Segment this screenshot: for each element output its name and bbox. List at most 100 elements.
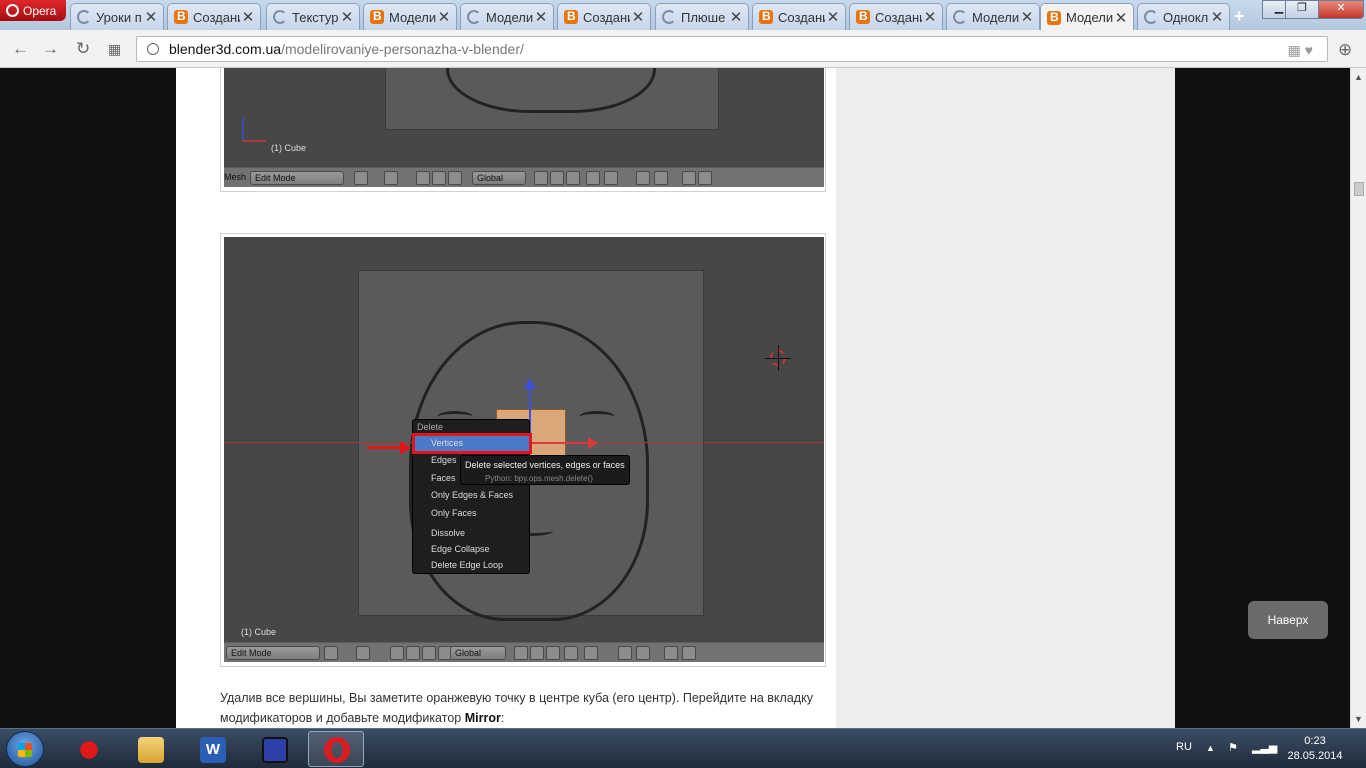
taskbar: W RU ▲ ⚑ ▂▃▅ 0:23 28.05.2014 (0, 728, 1366, 768)
close-tab-icon[interactable]: ✕ (825, 8, 841, 26)
object-label: (1) Cube (241, 627, 277, 637)
forward-icon[interactable]: → (42, 39, 59, 59)
close-tab-icon[interactable]: ✕ (533, 8, 549, 26)
scroll-down-icon[interactable]: ▼ (1354, 714, 1363, 724)
tooltip-python: Python: bpy.ops.mesh.delete() (485, 474, 593, 483)
close-tab-icon[interactable]: ✕ (143, 8, 159, 26)
action-center-flag-icon[interactable]: ⚑ (1228, 741, 1238, 754)
scroll-up-icon[interactable]: ▲ (1354, 72, 1363, 82)
blender-icon (1047, 10, 1061, 25)
back-icon[interactable]: ← (12, 39, 29, 59)
menu-item: Vertices (431, 438, 464, 448)
language-indicator[interactable]: RU (1176, 741, 1192, 753)
blender-header-top: Mesh Edit Mode Global (224, 167, 824, 187)
tray-expand-icon[interactable]: ▲ (1206, 743, 1215, 753)
network-signal-icon[interactable]: ▂▃▅ (1252, 741, 1277, 754)
browser-tab[interactable]: Модели✕ (363, 3, 457, 30)
close-tab-icon[interactable]: ✕ (1113, 9, 1129, 27)
browser-tab[interactable]: Создани✕ (849, 3, 943, 30)
browser-tab[interactable]: Создани✕ (557, 3, 651, 30)
close-tab-icon[interactable]: ✕ (728, 8, 744, 26)
delete-menu-title: Delete (417, 422, 444, 432)
start-button[interactable] (6, 731, 44, 767)
site-info-icon[interactable] (147, 43, 159, 55)
reload-icon[interactable]: ↻ (76, 39, 90, 59)
close-tab-icon[interactable]: ✕ (630, 8, 646, 26)
browser-tab[interactable]: Создани✕ (752, 3, 846, 30)
opera-menu-button[interactable]: Opera (0, 0, 66, 21)
browser-tab[interactable]: Модели✕ (946, 3, 1040, 30)
maximize-button[interactable]: ❐ (1285, 0, 1319, 19)
tab-title: Создани (875, 9, 922, 25)
folder-icon (138, 737, 164, 763)
url-host: blender3d.com.ua (169, 41, 282, 57)
address-bar[interactable]: blender3d.com.ua /modelirovaniye-persona… (136, 36, 1328, 62)
mode-select: Edit Mode (250, 171, 344, 185)
orientation-select: Global (472, 171, 526, 185)
blender-icon (856, 9, 870, 24)
opera-icon (324, 737, 350, 763)
speed-dial-icon[interactable]: ▦ (108, 41, 121, 58)
blender-icon (370, 9, 384, 24)
vertical-scrollbar[interactable]: ▲ ▼ (1350, 68, 1366, 728)
taskbar-app-explorer[interactable] (122, 731, 178, 767)
sidebar (836, 68, 1175, 728)
menu-item: Edges (431, 455, 457, 465)
opera-menu-label: Opera (23, 3, 57, 18)
browser-tab[interactable]: Однокл ✕ (1137, 3, 1230, 30)
close-tab-icon[interactable]: ✕ (339, 8, 355, 26)
clock[interactable]: 0:23 28.05.2014 (1283, 734, 1347, 764)
taskbar-app-save[interactable] (246, 731, 302, 767)
tab-title: Текстур (292, 9, 339, 25)
browser-tab[interactable]: Уроки п ✕ (70, 3, 164, 30)
loading-icon (77, 10, 91, 24)
reference-sketch (385, 68, 719, 130)
tab-title: Плюше (681, 9, 726, 25)
loading-icon (953, 10, 967, 24)
tab-title: Однокл (1163, 9, 1209, 25)
taskbar-app-word[interactable]: W (184, 731, 240, 767)
scroll-to-top-button[interactable]: Наверх (1248, 601, 1328, 639)
blender-header-main: Edit Mode Global (224, 642, 824, 662)
new-tab-button[interactable]: + (1234, 6, 1245, 27)
menu-item: Only Edges & Faces (431, 490, 514, 500)
object-label: (1) Cube (271, 143, 307, 153)
downloads-icon[interactable]: ⊕ (1338, 40, 1352, 60)
loading-icon (662, 10, 676, 24)
red-splash-icon (76, 737, 102, 763)
close-tab-icon[interactable]: ✕ (436, 8, 452, 26)
menu-item: Faces (431, 473, 456, 483)
taskbar-app-paint[interactable] (60, 731, 116, 767)
delete-menu: Delete Vertices Edges Faces Only Edges & Fa… (412, 419, 532, 574)
browser-tab[interactable]: Текстур ✕ (266, 3, 360, 30)
close-window-button[interactable]: ✕ (1318, 0, 1364, 19)
close-tab-icon[interactable]: ✕ (1019, 8, 1035, 26)
taskbar-app-opera[interactable] (308, 731, 364, 767)
tab-title: Модели (1066, 10, 1113, 25)
browser-tab[interactable]: Плюше ✕ (655, 3, 749, 30)
close-tab-icon[interactable]: ✕ (240, 8, 256, 26)
tab-title: Модели (972, 9, 1019, 25)
clock-time: 0:23 (1304, 735, 1326, 747)
bookmark-heart-icon[interactable]: ▦ ♥ (1288, 42, 1313, 59)
scrollbar-thumb[interactable] (1354, 182, 1364, 196)
close-tab-icon[interactable]: ✕ (1209, 8, 1225, 26)
loading-icon (467, 10, 481, 24)
blender-viewport-top: (1) Cube (224, 68, 824, 170)
tab-title: Создани (583, 9, 630, 25)
browser-tab[interactable]: Создани✕ (167, 3, 261, 30)
navigation-bar: ← → ↻ ▦ blender3d.com.ua /modelirovaniye… (0, 30, 1366, 68)
web-page: (1) Cube Mesh Edit Mode Global (1) Cube … (0, 68, 1350, 728)
orientation-select: Global (450, 646, 506, 660)
tooltip: Delete selected vertices, edges or faces… (460, 455, 630, 485)
browser-tab[interactable]: Модели✕ (460, 3, 554, 30)
tab-bar: Opera Уроки п✕Создани✕Текстур✕Модели✕Мод… (0, 0, 1366, 31)
mode-select: Edit Mode (226, 646, 320, 660)
tab-title: Модели (486, 9, 533, 25)
tab-title: Модели (389, 9, 436, 25)
close-tab-icon[interactable]: ✕ (922, 8, 938, 26)
opera-logo-icon (6, 4, 19, 17)
browser-tab[interactable]: Модели✕ (1040, 3, 1134, 31)
mesh-menu: Mesh (224, 172, 247, 182)
menu-item: Dissolve (431, 528, 466, 538)
